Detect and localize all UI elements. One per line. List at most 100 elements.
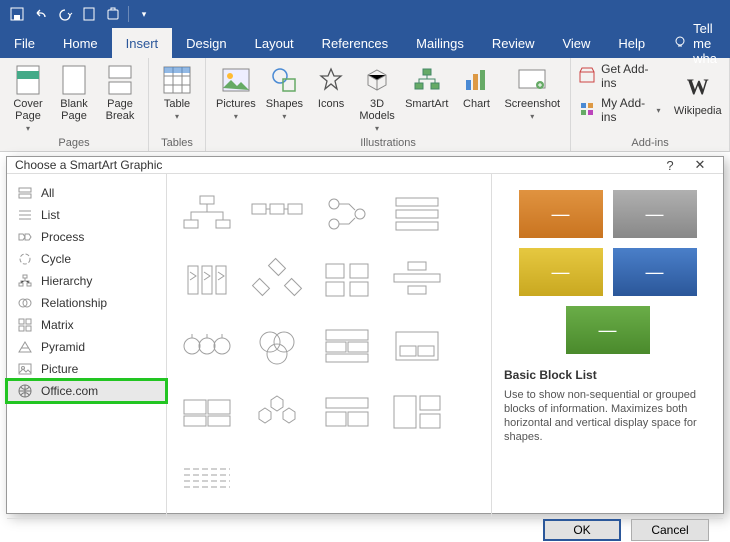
smartart-gallery: [167, 174, 491, 518]
group-pages: Cover Page▾ Blank Page Page Break Pages: [0, 58, 149, 151]
pyramid-icon: [17, 339, 33, 355]
ribbon: Cover Page▾ Blank Page Page Break Pages …: [0, 58, 730, 152]
tab-design[interactable]: Design: [172, 28, 240, 58]
ok-button[interactable]: OK: [543, 519, 621, 541]
pictures-button[interactable]: Pictures▾: [214, 62, 258, 133]
tell-me[interactable]: Tell me wha: [659, 28, 730, 58]
tab-home[interactable]: Home: [49, 28, 112, 58]
qat-customize-icon[interactable]: ▾: [133, 3, 155, 25]
3d-models-icon: [364, 64, 390, 96]
group-illustrations: Pictures▾ Shapes▾ Icons 3D Models▾ Smart…: [206, 58, 571, 151]
screenshot-icon: [518, 64, 546, 96]
blank-page-icon: [62, 64, 86, 96]
smartart-icon: [413, 64, 441, 96]
screenshot-button[interactable]: Screenshot▾: [502, 62, 562, 133]
my-addins-button[interactable]: My Add-ins ▾: [579, 96, 660, 124]
group-addins: Get Add-ins My Add-ins ▾ W Wikipedia Add…: [571, 58, 730, 151]
attach-icon[interactable]: [102, 3, 124, 25]
preview-block: —: [519, 248, 603, 296]
page-break-button[interactable]: Page Break: [100, 62, 140, 133]
smartart-button[interactable]: SmartArt: [403, 62, 450, 133]
store-icon: [579, 67, 595, 86]
gallery-thumb[interactable]: [385, 384, 449, 440]
3d-models-button[interactable]: 3D Models▾: [357, 62, 397, 133]
gallery-thumb[interactable]: [245, 384, 309, 440]
save-icon[interactable]: [6, 3, 28, 25]
category-relationship[interactable]: Relationship: [7, 292, 166, 314]
gallery-thumb[interactable]: [175, 318, 239, 374]
redo-icon[interactable]: [54, 3, 76, 25]
pictures-icon: [222, 64, 250, 96]
gallery-thumb[interactable]: [385, 252, 449, 308]
preview-block: —: [613, 190, 697, 238]
tab-layout[interactable]: Layout: [241, 28, 308, 58]
gallery-thumb[interactable]: [245, 318, 309, 374]
gallery-thumb[interactable]: [245, 252, 309, 308]
gallery-thumb[interactable]: [315, 318, 379, 374]
wikipedia-button[interactable]: W Wikipedia: [675, 69, 721, 117]
undo-icon[interactable]: [30, 3, 52, 25]
help-button[interactable]: ?: [655, 158, 685, 173]
category-picture[interactable]: Picture: [7, 358, 166, 380]
gallery-thumb[interactable]: [315, 186, 379, 242]
tab-file[interactable]: File: [0, 28, 49, 58]
close-button[interactable]: ✕: [685, 157, 715, 173]
preview-pane: — — — — — Basic Block List Use to show n…: [491, 174, 723, 518]
category-list[interactable]: List: [7, 204, 166, 226]
tab-references[interactable]: References: [308, 28, 402, 58]
page-break-icon: [108, 64, 132, 96]
gallery-thumb[interactable]: [175, 186, 239, 242]
gallery-thumb[interactable]: [385, 186, 449, 242]
category-matrix[interactable]: Matrix: [7, 314, 166, 336]
category-office-com[interactable]: Office.com: [7, 380, 166, 402]
relationship-icon: [17, 295, 33, 311]
category-pyramid[interactable]: Pyramid: [7, 336, 166, 358]
get-addins-button[interactable]: Get Add-ins: [579, 62, 660, 90]
table-button[interactable]: Table▾: [157, 62, 197, 121]
preview-block: —: [613, 248, 697, 296]
dialog-titlebar: Choose a SmartArt Graphic ? ✕: [7, 157, 723, 173]
chart-button[interactable]: Chart: [456, 62, 496, 133]
shapes-button[interactable]: Shapes▾: [264, 62, 305, 133]
group-tables: Table▾ Tables: [149, 58, 206, 151]
group-label-illustrations: Illustrations: [214, 135, 562, 149]
list-icon: [17, 207, 33, 223]
gallery-thumb[interactable]: [385, 318, 449, 374]
gallery-thumb[interactable]: [315, 252, 379, 308]
preview-description: Use to show non-sequential or grouped bl…: [504, 388, 711, 510]
category-hierarchy[interactable]: Hierarchy: [7, 270, 166, 292]
smartart-dialog: Choose a SmartArt Graphic ? ✕ All List P…: [6, 156, 724, 514]
cancel-button[interactable]: Cancel: [631, 519, 709, 541]
icons-button[interactable]: Icons: [311, 62, 351, 133]
addins-icon: [579, 101, 595, 120]
all-icon: [17, 185, 33, 201]
gallery-thumb[interactable]: [245, 186, 309, 242]
tab-help[interactable]: Help: [604, 28, 659, 58]
cover-page-icon: [16, 64, 40, 96]
category-process[interactable]: Process: [7, 226, 166, 248]
category-all[interactable]: All: [7, 182, 166, 204]
table-icon: [163, 64, 191, 96]
cover-page-button[interactable]: Cover Page▾: [8, 62, 48, 133]
category-list: All List Process Cycle Hierarchy Relatio…: [7, 174, 167, 518]
new-doc-icon[interactable]: [78, 3, 100, 25]
matrix-icon: [17, 317, 33, 333]
dialog-title: Choose a SmartArt Graphic: [15, 158, 162, 172]
blank-page-button[interactable]: Blank Page: [54, 62, 94, 133]
tab-mailings[interactable]: Mailings: [402, 28, 478, 58]
tab-insert[interactable]: Insert: [112, 28, 173, 58]
preview-title: Basic Block List: [504, 368, 711, 382]
gallery-thumb[interactable]: [315, 384, 379, 440]
gallery-thumb[interactable]: [175, 450, 239, 506]
dialog-footer: OK Cancel: [7, 518, 723, 541]
ribbon-tabs: File Home Insert Design Layout Reference…: [0, 28, 730, 58]
qat-separator: [128, 6, 129, 22]
quick-access-toolbar: ▾: [0, 0, 730, 28]
lightbulb-icon: [673, 35, 687, 52]
preview-block: —: [566, 306, 650, 354]
gallery-thumb[interactable]: [175, 384, 239, 440]
tab-review[interactable]: Review: [478, 28, 549, 58]
tab-view[interactable]: View: [548, 28, 604, 58]
category-cycle[interactable]: Cycle: [7, 248, 166, 270]
gallery-thumb[interactable]: [175, 252, 239, 308]
